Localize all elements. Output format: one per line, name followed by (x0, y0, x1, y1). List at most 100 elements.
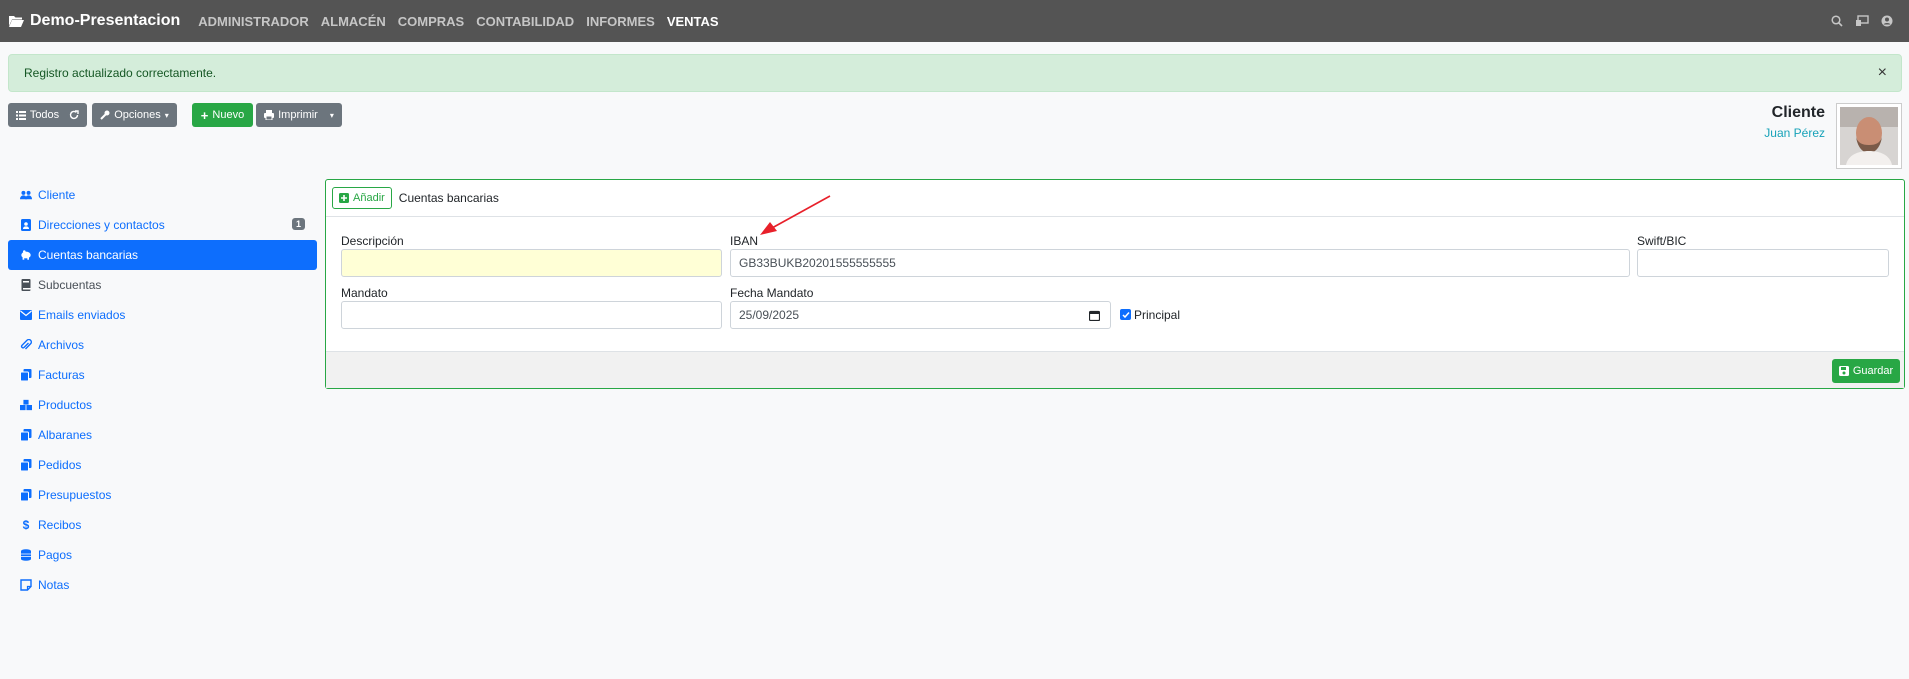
fecha-mandato-input[interactable]: 25/09/2025 (730, 301, 1111, 329)
save-button[interactable]: Guardar (1832, 359, 1900, 383)
imprimir-button[interactable]: Imprimir ▾ (256, 103, 342, 127)
sidebar: Cliente Direcciones y contactos 1 Cuenta… (8, 180, 317, 600)
imprimir-label: Imprimir (278, 109, 318, 121)
book-icon (21, 279, 31, 291)
brand-name: Demo-Presentacion (30, 12, 181, 29)
sidebar-item-albaranes[interactable]: Albaranes (8, 420, 317, 450)
sidebar-item-label: Pagos (38, 548, 73, 562)
page-title: Cliente (1771, 104, 1825, 121)
mandato-label: Mandato (341, 286, 388, 300)
success-alert: Registro actualizado correctamente. × (8, 54, 1902, 92)
nuevo-button[interactable]: + Nuevo (192, 103, 253, 127)
panel-footer: Guardar (326, 351, 1904, 388)
sidebar-item-label: Productos (38, 398, 93, 412)
brand[interactable]: Demo-Presentacion (8, 12, 180, 30)
panel-title: Cuentas bancarias (398, 191, 499, 205)
copy-icon (20, 459, 32, 471)
envelope-icon (20, 310, 32, 320)
piggy-bank-icon (21, 250, 31, 260)
close-icon[interactable]: × (1878, 64, 1887, 82)
menu-compras[interactable]: COMPRAS (398, 14, 464, 29)
client-header: Cliente Juan Pérez (1764, 104, 1825, 140)
sidebar-item-facturas[interactable]: Facturas (8, 360, 317, 390)
menu-ventas[interactable]: VENTAS (667, 14, 719, 29)
sidebar-item-pedidos[interactable]: Pedidos (8, 450, 317, 480)
mandato-input[interactable] (341, 301, 722, 329)
principal-checkbox[interactable] (1120, 309, 1131, 320)
address-card-icon (21, 219, 31, 231)
copy-icon (20, 429, 32, 441)
sidebar-item-label: Emails enviados (38, 308, 126, 322)
copy-icon (20, 489, 32, 501)
sidebar-item-label: Archivos (38, 338, 85, 352)
print-icon (264, 110, 275, 120)
coins-icon (21, 549, 31, 561)
sidebar-item-label: Subcuentas (38, 278, 102, 292)
swift-input[interactable] (1637, 249, 1889, 277)
alert-message: Registro actualizado correctamente. (24, 66, 217, 80)
sticky-note-icon (20, 579, 32, 591)
avatar (1836, 103, 1902, 169)
dollar-icon: $ (22, 518, 30, 532)
check-icon (1121, 311, 1130, 318)
users-icon (20, 190, 32, 200)
descripcion-label: Descripción (341, 234, 404, 248)
caret-down-icon[interactable]: ▾ (330, 111, 334, 120)
sidebar-item-pagos[interactable]: Pagos (8, 540, 317, 570)
menu-informes[interactable]: INFORMES (586, 14, 655, 29)
store-icon[interactable] (1855, 15, 1869, 27)
bank-accounts-panel: Añadir Cuentas bancarias Descripción IBA… (325, 179, 1905, 389)
sidebar-item-recibos[interactable]: $ Recibos (8, 510, 317, 540)
sidebar-item-label: Cliente (38, 188, 76, 202)
sidebar-item-label: Presupuestos (38, 488, 112, 502)
cubes-icon (20, 399, 32, 411)
todos-button[interactable]: Todos (8, 103, 87, 127)
sidebar-item-label: Direcciones y contactos (38, 218, 165, 232)
sidebar-item-label: Notas (38, 578, 70, 592)
navbar-actions (1831, 0, 1893, 42)
sidebar-item-archivos[interactable]: Archivos (8, 330, 317, 360)
fecha-mandato-label: Fecha Mandato (730, 286, 814, 300)
top-navbar: Demo-Presentacion ADMINISTRADOR ALMACÉN … (0, 0, 1909, 42)
sidebar-item-cuentas-bancarias[interactable]: Cuentas bancarias (8, 240, 317, 270)
menu-contabilidad[interactable]: CONTABILIDAD (476, 14, 574, 29)
sidebar-item-label: Recibos (38, 518, 82, 532)
swift-label: Swift/BIC (1637, 234, 1687, 248)
sidebar-item-cliente[interactable]: Cliente (8, 180, 317, 210)
sidebar-item-presupuestos[interactable]: Presupuestos (8, 480, 317, 510)
sidebar-item-subcuentas[interactable]: Subcuentas (8, 270, 317, 300)
count-badge: 1 (291, 218, 305, 230)
sidebar-item-label: Albaranes (38, 428, 93, 442)
sidebar-item-emails[interactable]: Emails enviados (8, 300, 317, 330)
refresh-icon[interactable] (69, 110, 79, 120)
save-label: Guardar (1852, 365, 1894, 377)
add-label: Añadir (353, 192, 385, 204)
client-name-link[interactable]: Juan Pérez (1764, 126, 1825, 140)
plus-icon: + (200, 107, 209, 123)
iban-label: IBAN (730, 234, 759, 248)
sidebar-item-notas[interactable]: Notas (8, 570, 317, 600)
calendar-icon[interactable] (1089, 310, 1100, 321)
sidebar-item-direcciones[interactable]: Direcciones y contactos 1 (8, 210, 317, 240)
principal-label: Principal (1134, 308, 1181, 322)
descripcion-input[interactable] (341, 249, 722, 277)
nuevo-label: Nuevo (212, 109, 245, 121)
sidebar-item-label: Cuentas bancarias (38, 248, 139, 262)
menu-almacen[interactable]: ALMACÉN (321, 14, 386, 29)
opciones-button[interactable]: Opciones ▾ (92, 103, 177, 127)
menu-administrador[interactable]: ADMINISTRADOR (198, 14, 309, 29)
user-icon[interactable] (1881, 15, 1893, 27)
opciones-label: Opciones (114, 109, 161, 121)
copy-icon (20, 369, 32, 381)
search-icon[interactable] (1831, 15, 1843, 27)
avatar-image (1840, 107, 1898, 165)
panel-header: Añadir Cuentas bancarias (326, 180, 1904, 217)
iban-input[interactable]: GB33BUKB20201555555555 (730, 249, 1630, 277)
plus-square-icon (339, 193, 349, 203)
sidebar-item-productos[interactable]: Productos (8, 390, 317, 420)
add-button[interactable]: Añadir (332, 187, 392, 209)
sidebar-item-label: Facturas (38, 368, 85, 382)
caret-down-icon: ▾ (164, 110, 169, 120)
todos-label: Todos (29, 109, 60, 121)
paperclip-icon (20, 339, 32, 350)
